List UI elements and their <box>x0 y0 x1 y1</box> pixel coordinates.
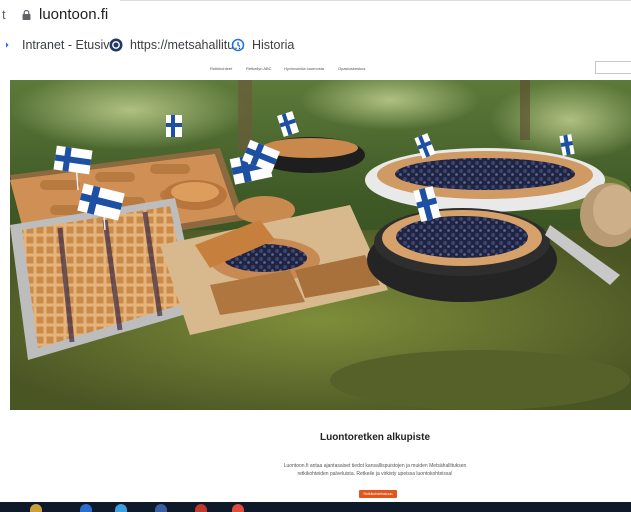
hero-photo-pies-finnish-flags <box>10 80 631 410</box>
toolbar-cut-glyph: t <box>2 7 6 22</box>
site-search-input[interactable] <box>595 61 631 74</box>
bookmark-label: Intranet - Etusivu <box>22 38 117 52</box>
bookmark-label: https://metsahallitu... <box>130 38 245 52</box>
browser-address-bar[interactable]: t luontoon.fi <box>0 0 631 30</box>
history-icon <box>231 38 245 52</box>
taskbar-app-icon[interactable] <box>232 504 244 512</box>
bookmark-intranet[interactable]: Intranet - Etusivu <box>6 36 117 54</box>
bookmark-metsahallitus[interactable]: https://metsahallitu... <box>109 36 245 54</box>
lock-icon <box>22 10 31 20</box>
taskbar-app-icon[interactable] <box>80 504 92 512</box>
nav-link-hyvinvointia[interactable]: Hyvinvointia luonnosta <box>284 66 324 71</box>
page-description: Luontoon.fi antaa ajantasaiset tiedot ka… <box>283 463 467 477</box>
page-heading: Luontoretken alkupiste <box>319 432 430 443</box>
taskbar-app-icon[interactable] <box>195 504 207 512</box>
os-taskbar <box>0 502 631 512</box>
bookmarks-bar: Intranet - Etusivu https://metsahallitu.… <box>0 30 631 58</box>
nav-link-retkeilyn-abc[interactable]: Retkeilyn ABC <box>246 66 272 71</box>
taskbar-app-icon[interactable] <box>115 504 127 512</box>
globe-icon <box>109 38 123 52</box>
taskbar-app-icon[interactable] <box>155 504 167 512</box>
url-text[interactable]: luontoon.fi <box>39 6 108 23</box>
taskbar-app-icon[interactable] <box>30 504 42 512</box>
omnibox-border <box>120 0 631 1</box>
site-navigation: Retkikohteet Retkeilyn ABC Hyvinvointia … <box>0 58 631 80</box>
nav-link-retkikohteet[interactable]: Retkikohteet <box>210 66 232 71</box>
bookmark-historia[interactable]: Historia <box>231 36 294 54</box>
nav-link-opastuskeskus[interactable]: Opastuskeskus <box>338 66 365 71</box>
bookmark-label: Historia <box>252 38 295 52</box>
play-icon <box>6 42 9 48</box>
search-destinations-button[interactable]: Retkikohdehakuun <box>359 490 397 498</box>
